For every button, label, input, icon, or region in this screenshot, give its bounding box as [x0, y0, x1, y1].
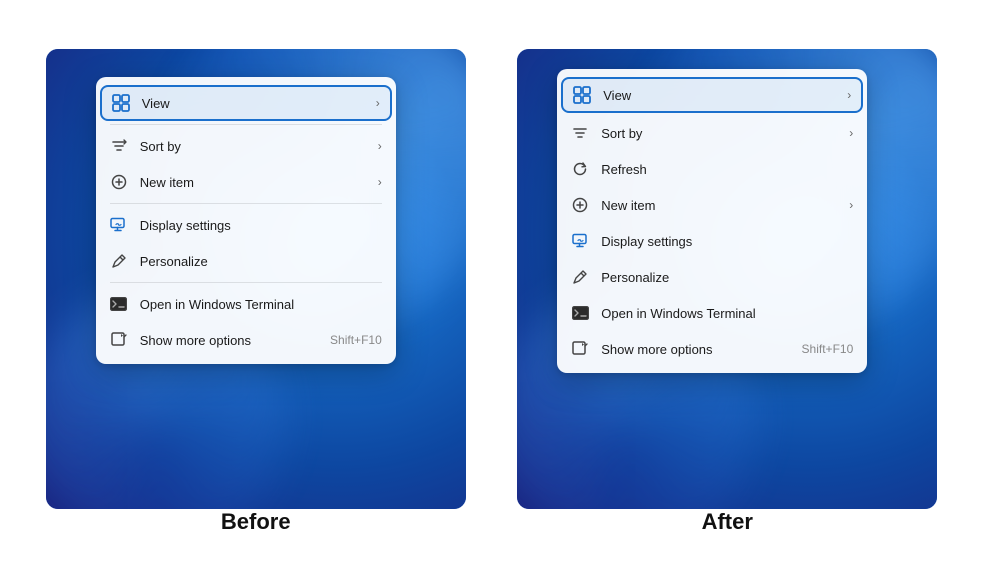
after-display-icon: [571, 232, 589, 250]
after-display-label: Display settings: [601, 234, 853, 249]
after-terminal-label: Open in Windows Terminal: [601, 306, 853, 321]
after-menu-item-personalize[interactable]: Personalize: [557, 259, 867, 295]
after-more-shortcut: Shift+F10: [802, 342, 854, 356]
menu-item-new[interactable]: New item ›: [96, 164, 396, 200]
after-screenshot: View › Sort by ›: [517, 49, 937, 509]
after-sort-arrow: ›: [849, 126, 853, 140]
after-refresh-label: Refresh: [601, 162, 853, 177]
terminal-icon: [110, 295, 128, 313]
before-screenshot: View › Sort by ›: [46, 49, 466, 509]
display-icon: [110, 216, 128, 234]
personalize-label: Personalize: [140, 254, 382, 269]
terminal-label: Open in Windows Terminal: [140, 297, 382, 312]
after-more-options-icon: [571, 340, 589, 358]
menu-item-sort[interactable]: Sort by ›: [96, 128, 396, 164]
after-sort-icon: [571, 124, 589, 142]
sort-icon: [110, 137, 128, 155]
divider-3: [110, 282, 382, 283]
before-label: Before: [46, 509, 466, 535]
after-menu-item-refresh[interactable]: Refresh: [557, 151, 867, 187]
display-label: Display settings: [140, 218, 382, 233]
view-label: View: [142, 96, 368, 111]
after-personalize-icon: [571, 268, 589, 286]
after-view-icon: [573, 86, 591, 104]
after-menu-item-display[interactable]: Display settings: [557, 223, 867, 259]
after-panel: View › Sort by ›: [502, 49, 954, 535]
after-view-arrow: ›: [847, 88, 851, 102]
after-menu-item-more[interactable]: Show more options Shift+F10: [557, 331, 867, 367]
new-item-label: New item: [140, 175, 370, 190]
before-context-menu[interactable]: View › Sort by ›: [96, 77, 396, 364]
comparison-row: View › Sort by ›: [0, 39, 983, 535]
after-context-menu[interactable]: View › Sort by ›: [557, 69, 867, 373]
after-new-item-arrow: ›: [849, 198, 853, 212]
before-panel: View › Sort by ›: [30, 49, 482, 535]
more-shortcut: Shift+F10: [330, 333, 382, 347]
after-new-item-label: New item: [601, 198, 841, 213]
new-item-icon: [110, 173, 128, 191]
view-arrow: ›: [376, 96, 380, 110]
after-terminal-icon: [571, 304, 589, 322]
after-new-item-icon: [571, 196, 589, 214]
menu-item-terminal[interactable]: Open in Windows Terminal: [96, 286, 396, 322]
after-label: After: [517, 509, 937, 535]
after-menu-item-terminal[interactable]: Open in Windows Terminal: [557, 295, 867, 331]
after-view-label: View: [603, 88, 839, 103]
more-options-icon: [110, 331, 128, 349]
sort-arrow: ›: [378, 139, 382, 153]
divider-1: [110, 124, 382, 125]
new-item-arrow: ›: [378, 175, 382, 189]
menu-item-personalize[interactable]: Personalize: [96, 243, 396, 279]
more-label: Show more options: [140, 333, 330, 348]
after-menu-item-new[interactable]: New item ›: [557, 187, 867, 223]
menu-item-more[interactable]: Show more options Shift+F10: [96, 322, 396, 358]
after-menu-item-view[interactable]: View ›: [561, 77, 863, 113]
divider-2: [110, 203, 382, 204]
after-more-label: Show more options: [601, 342, 801, 357]
view-icon: [112, 94, 130, 112]
menu-item-view[interactable]: View ›: [100, 85, 392, 121]
after-refresh-icon: [571, 160, 589, 178]
after-sort-label: Sort by: [601, 126, 841, 141]
personalize-icon: [110, 252, 128, 270]
after-menu-item-sort[interactable]: Sort by ›: [557, 115, 867, 151]
sort-label: Sort by: [140, 139, 370, 154]
menu-item-display[interactable]: Display settings: [96, 207, 396, 243]
after-personalize-label: Personalize: [601, 270, 853, 285]
